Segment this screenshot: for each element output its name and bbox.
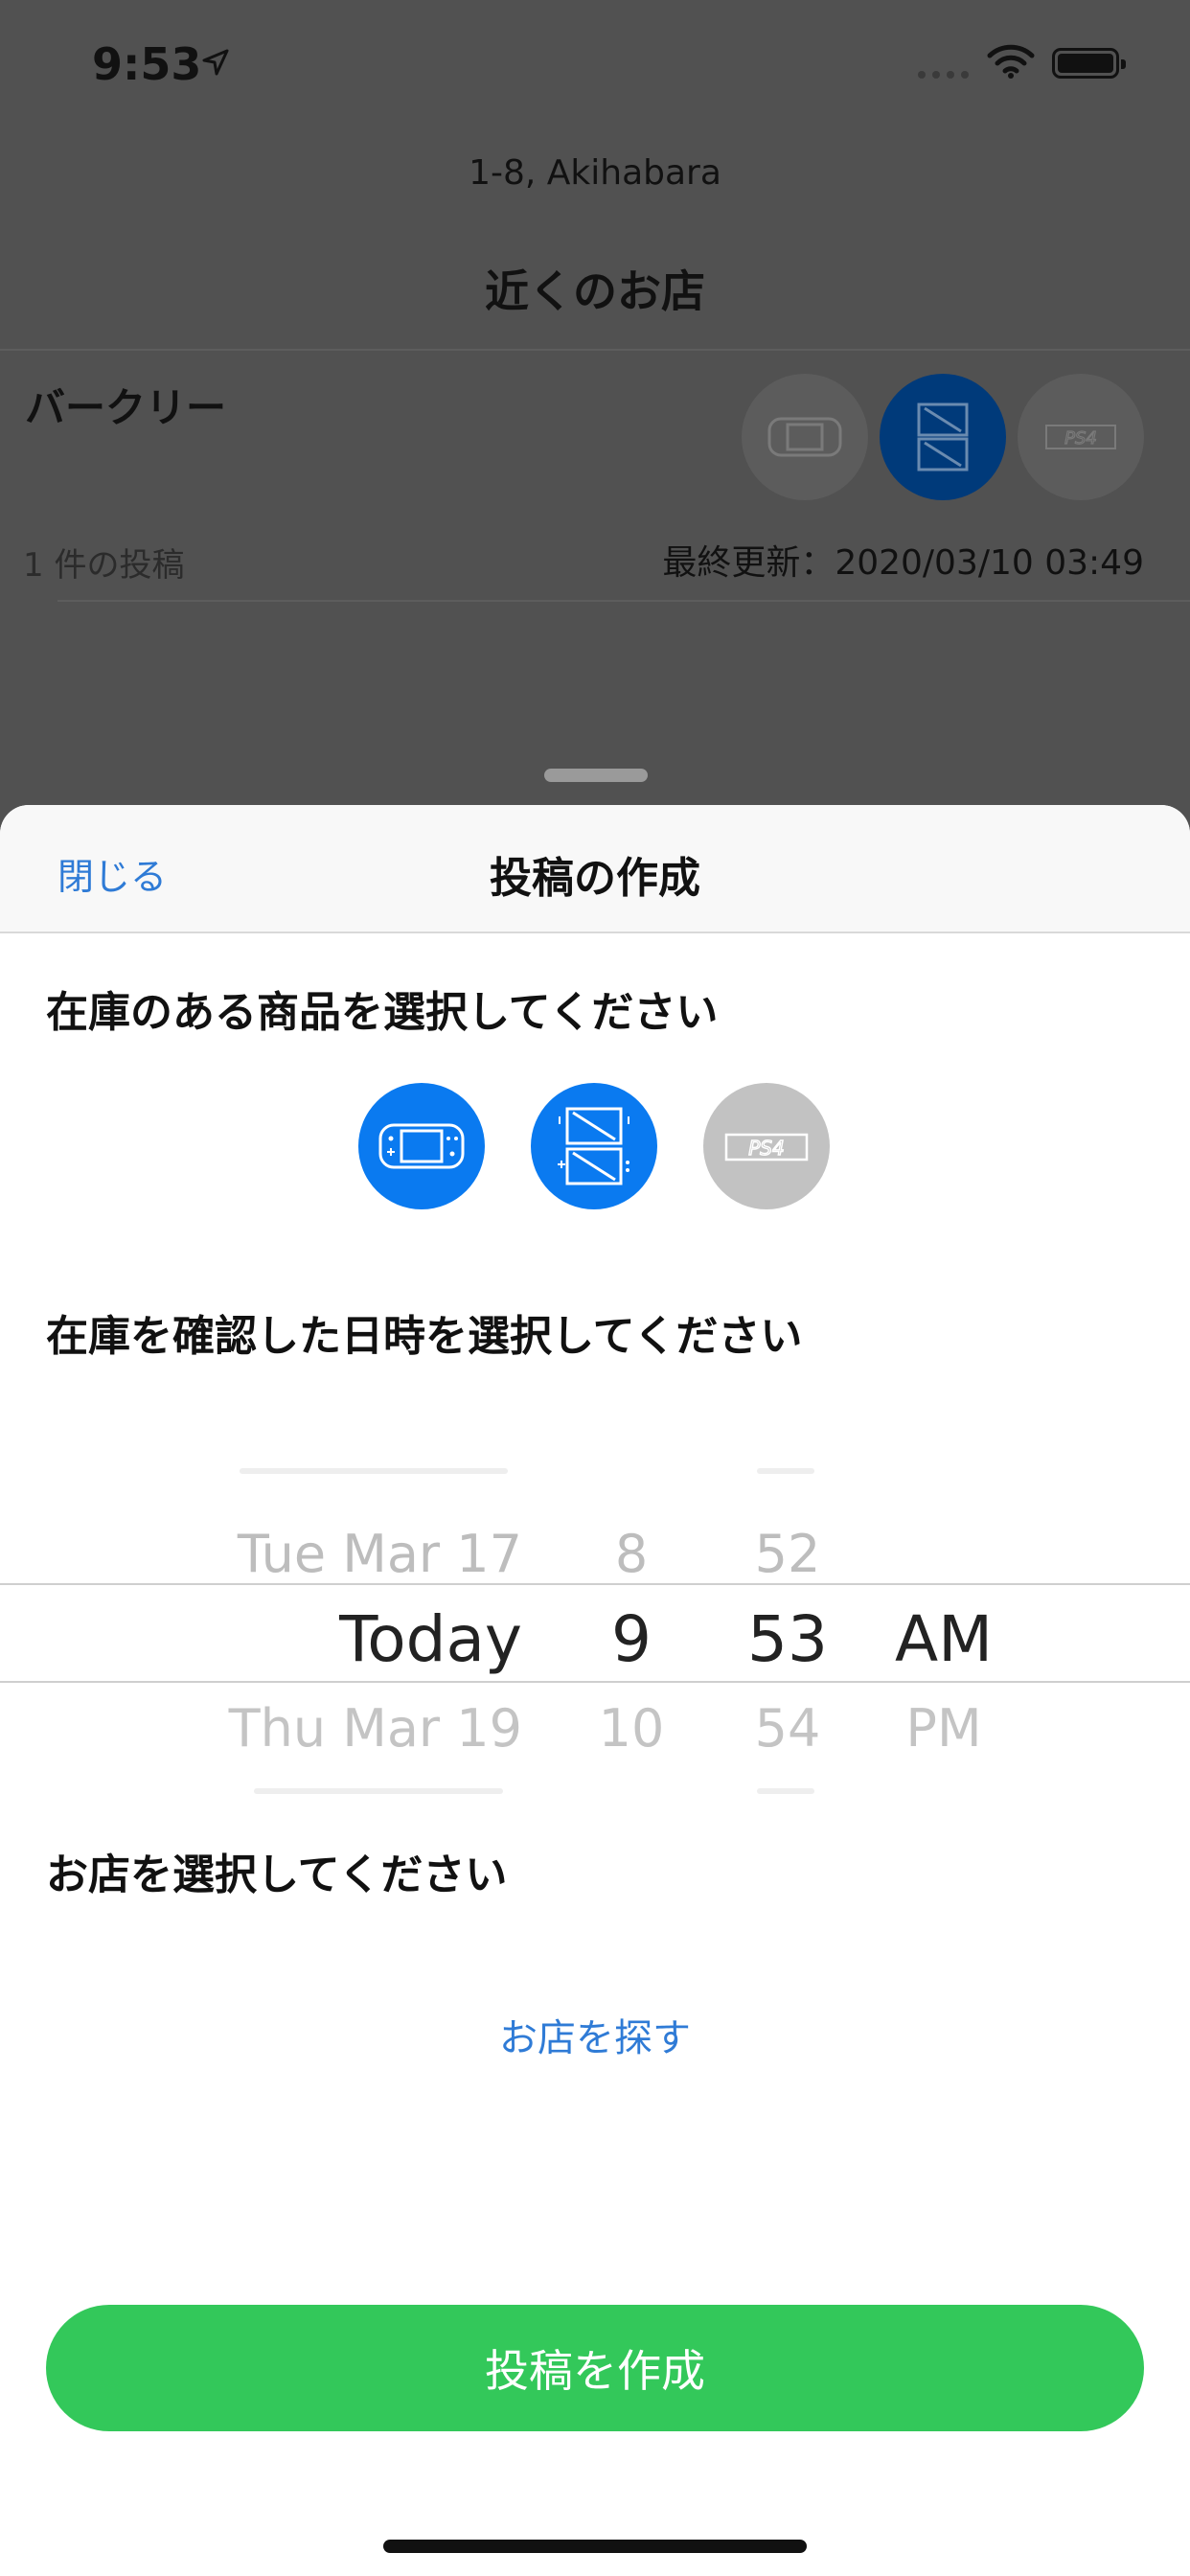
picker-ghost-row [240,1468,508,1474]
switch-icon [742,374,868,500]
cellular-signal-icon [918,71,969,79]
picker-date-current[interactable]: Today [339,1602,522,1676]
shop-select-label: お店を選択してください [46,1851,508,1899]
picker-ampm-current[interactable]: AM [891,1602,996,1676]
datetime-label: 在庫を確認した日時を選択してください [46,1312,803,1361]
battery-icon [1052,48,1126,79]
picker-minute-current[interactable]: 53 [740,1602,835,1676]
location-arrow-icon [201,48,230,77]
address-label: 1-8, Akihabara [469,153,721,193]
wifi-icon [987,44,1035,79]
picker-date-prev[interactable]: Tue Mar 17 [238,1524,522,1584]
nav-title: 近くのお店 [485,265,705,317]
sheet-grabber[interactable] [544,769,648,782]
ds-icon [880,374,1006,500]
create-post-sheet: 閉じる 投稿の作成 在庫のある商品を選択してください PS4 在庫を確認した日時… [0,805,1190,2576]
ps4-icon: PS4 [724,1133,809,1162]
sheet-title: 投稿の作成 [490,854,700,903]
divider [57,600,1190,602]
picker-ghost-row [254,1788,503,1794]
picker-ghost-row [757,1468,814,1474]
home-indicator [383,2540,807,2553]
picker-minute-next[interactable]: 54 [740,1698,835,1759]
svg-text:PS4: PS4 [748,1137,784,1160]
ds-icon [558,1107,629,1185]
picker-hour-next[interactable]: 10 [588,1698,675,1759]
picker-hour-current[interactable]: 9 [588,1602,675,1676]
product-switch-toggle[interactable] [358,1083,485,1209]
ps4-icon: PS4 [1018,374,1144,500]
picker-ampm-next[interactable]: PM [891,1698,996,1759]
svg-text:PS4: PS4 [1064,428,1097,448]
picker-ghost-row [757,1788,814,1794]
switch-icon [378,1123,465,1169]
status-time: 9:53 [92,38,202,90]
post-count: 1 件の投稿 [23,546,185,585]
create-post-button[interactable]: 投稿を作成 [46,2305,1144,2431]
sheet-header: 閉じる 投稿の作成 [0,805,1190,933]
divider [0,349,1190,351]
datetime-picker[interactable]: Tue Mar 17 8 52 Today 9 53 AM Thu Mar 19… [0,1438,1190,1794]
last-updated: 最終更新：2020/03/10 03:49 [662,543,1144,583]
product-ps4-toggle[interactable]: PS4 [703,1083,830,1209]
find-shop-button[interactable]: お店を探す [0,2007,1190,2062]
picker-minute-prev[interactable]: 52 [740,1524,835,1584]
products-label: 在庫のある商品を選択してください [46,988,719,1037]
picker-date-next[interactable]: Thu Mar 19 [229,1698,522,1759]
shop-name: バークリー [25,384,227,431]
picker-hour-prev[interactable]: 8 [588,1524,675,1584]
product-ds-toggle[interactable] [531,1083,657,1209]
